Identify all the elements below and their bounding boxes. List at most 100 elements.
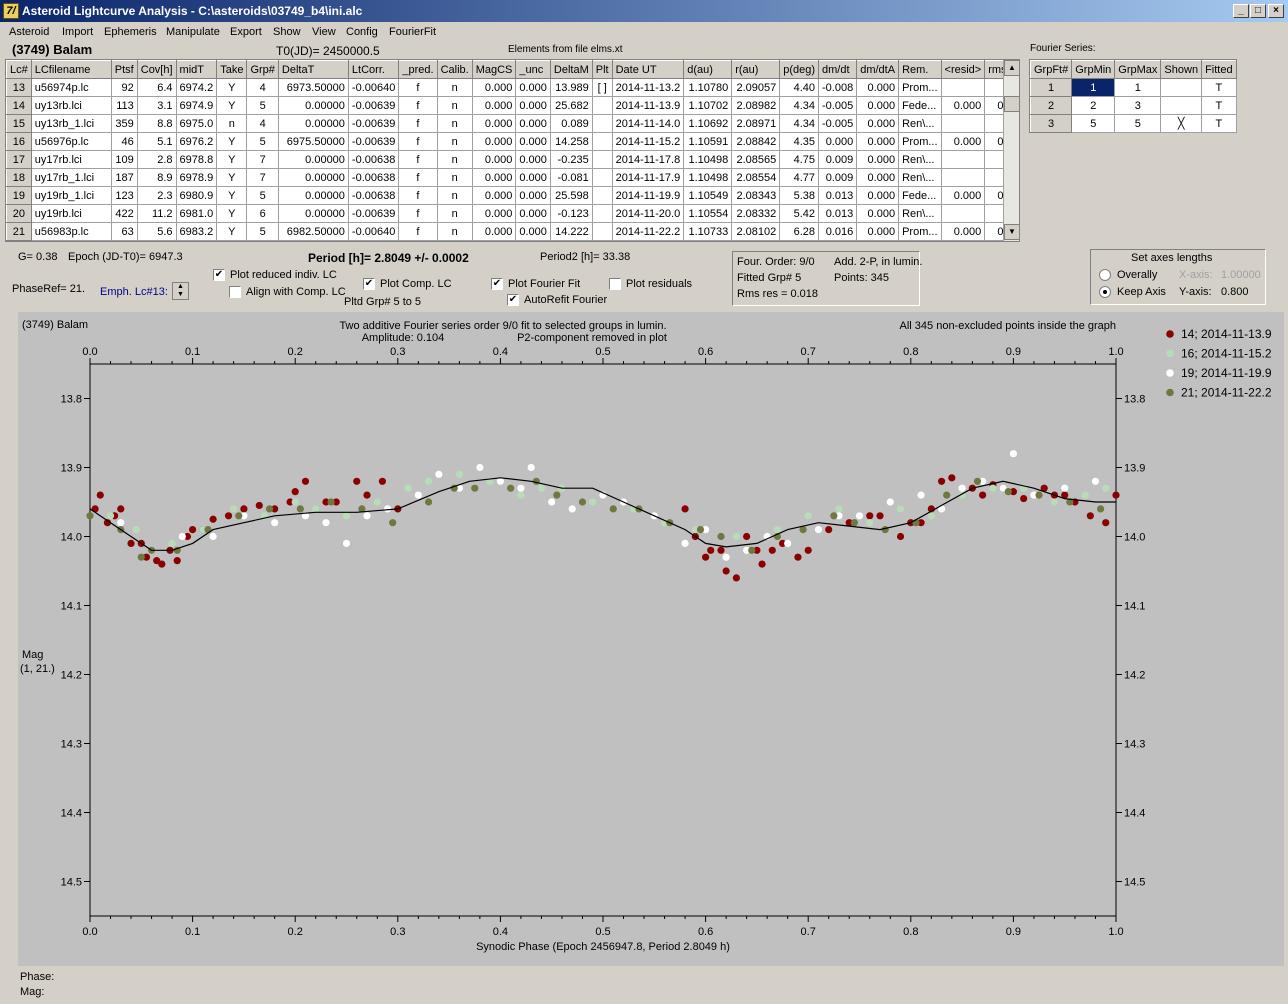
lc-col-header[interactable]: Rem.	[898, 60, 942, 79]
table-cell[interactable]: Y	[216, 96, 248, 115]
table-cell[interactable]: n	[436, 132, 473, 151]
table-cell[interactable]: Fede...	[898, 96, 942, 115]
close-button[interactable]: ×	[1268, 4, 1284, 18]
menu-show[interactable]: Show	[273, 26, 301, 38]
table-cell[interactable]: -0.00639	[347, 204, 400, 223]
plot-reduced-checkbox[interactable]: ✔	[213, 269, 225, 281]
table-cell[interactable]: 6974.9	[175, 96, 218, 115]
table-cell[interactable]: f	[398, 150, 438, 169]
fourier-cell[interactable]: T	[1201, 78, 1237, 97]
table-cell[interactable]: 2.08554	[731, 168, 781, 187]
menu-manipulate[interactable]: Manipulate	[166, 26, 220, 38]
lc-col-header[interactable]: p(deg)	[779, 60, 820, 79]
fourier-col-header[interactable]: Shown	[1160, 60, 1203, 79]
table-cell[interactable]: 4.34	[779, 114, 820, 133]
lc-col-header[interactable]: LCfilename	[30, 60, 112, 79]
scroll-thumb[interactable]	[1004, 96, 1019, 112]
table-cell[interactable]: 0.000	[818, 132, 858, 151]
table-cell[interactable]: 4.77	[779, 168, 820, 187]
table-cell[interactable]: 0.000	[856, 168, 900, 187]
table-cell[interactable]: 0.000	[515, 114, 551, 133]
row-header[interactable]: 21	[6, 222, 32, 241]
maximize-button[interactable]: □	[1250, 4, 1266, 18]
table-cell[interactable]: 0.000	[856, 150, 900, 169]
table-cell[interactable]: 0.00000	[277, 168, 349, 187]
table-cell[interactable]: 2014-11-20.0	[611, 204, 685, 223]
lc-col-header[interactable]: Calib.	[436, 60, 473, 79]
table-cell[interactable]	[591, 96, 613, 115]
table-cell[interactable]	[591, 222, 613, 241]
table-cell[interactable]: 0.000	[471, 132, 517, 151]
fourier-row[interactable]: 3 5 5 ╳ T	[1029, 114, 1237, 133]
table-cell[interactable]: -0.235	[549, 150, 593, 169]
table-cell[interactable]: 2.08102	[731, 222, 781, 241]
table-cell[interactable]: 0.000	[471, 78, 517, 97]
table-cell[interactable]: 0.016	[818, 222, 858, 241]
table-cell[interactable]: 4	[246, 114, 279, 133]
table-cell[interactable]: f	[398, 186, 438, 205]
table-cell[interactable]: 6981.0	[175, 204, 218, 223]
table-cell[interactable]: 1.10549	[683, 186, 733, 205]
table-cell[interactable]	[940, 204, 986, 223]
table-cell[interactable]: 0.000	[856, 114, 900, 133]
table-cell[interactable]: n	[436, 78, 473, 97]
lc-col-header[interactable]: DeltaM	[549, 60, 593, 79]
table-cell[interactable]: 0.000	[515, 96, 551, 115]
table-cell[interactable]: 1.10702	[683, 96, 733, 115]
table-cell[interactable]: 1.10692	[683, 114, 733, 133]
table-cell[interactable]: -0.00639	[347, 132, 400, 151]
table-cell[interactable]: Ren\...	[898, 150, 942, 169]
fourier-col-header[interactable]: Fitted	[1201, 60, 1237, 79]
row-header[interactable]: 13	[6, 78, 32, 97]
spin-up-icon[interactable]: ▲	[173, 283, 188, 291]
table-cell[interactable]: 2014-11-14.0	[611, 114, 685, 133]
table-cell[interactable]: Prom...	[898, 78, 942, 97]
table-cell[interactable]: Y	[216, 222, 248, 241]
minimize-button[interactable]: _	[1233, 4, 1249, 18]
lc-col-header[interactable]: dm/dt	[818, 60, 858, 79]
table-cell[interactable]: 4.34	[779, 96, 820, 115]
table-cell[interactable]: uy13rb_1.lci	[30, 114, 112, 133]
table-cell[interactable]: 14.222	[549, 222, 593, 241]
row-header[interactable]: 19	[6, 186, 32, 205]
table-cell[interactable]: 0.000	[515, 168, 551, 187]
table-cell[interactable]: n	[436, 168, 473, 187]
table-cell[interactable]: 0.000	[471, 114, 517, 133]
table-cell[interactable]: 5.42	[779, 204, 820, 223]
table-cell[interactable]: 0.000	[856, 78, 900, 97]
table-cell[interactable]: 5.6	[136, 222, 177, 241]
table-cell[interactable]	[591, 168, 613, 187]
table-cell[interactable]: 0.000	[856, 96, 900, 115]
table-cell[interactable]: 0.009	[818, 150, 858, 169]
table-cell[interactable]: 6.28	[779, 222, 820, 241]
table-cell[interactable]: 2014-11-17.8	[611, 150, 685, 169]
table-cell[interactable]: 0.000	[856, 222, 900, 241]
table-cell[interactable]: 0.00000	[277, 150, 349, 169]
row-header[interactable]: 20	[6, 204, 32, 223]
table-cell[interactable]: Prom...	[898, 222, 942, 241]
table-cell[interactable]: Y	[216, 186, 248, 205]
scroll-up-arrow-icon[interactable]: ▲	[1004, 60, 1019, 76]
menu-import[interactable]: Import	[62, 26, 93, 38]
table-cell[interactable]: 2.08971	[731, 114, 781, 133]
table-cell[interactable]: 7	[246, 150, 279, 169]
table-cell[interactable]: Y	[216, 132, 248, 151]
menu-view[interactable]: View	[312, 26, 336, 38]
lc-col-header[interactable]: LtCorr.	[347, 60, 400, 79]
menu-asteroid[interactable]: Asteroid	[9, 26, 49, 38]
table-cell[interactable]: 5	[246, 186, 279, 205]
table-cell[interactable]: n	[436, 186, 473, 205]
table-cell[interactable]: 1.10780	[683, 78, 733, 97]
table-cell[interactable]: Fede...	[898, 186, 942, 205]
menu-config[interactable]: Config	[346, 26, 378, 38]
table-cell[interactable]	[591, 186, 613, 205]
lc-col-header[interactable]: dm/dtA	[856, 60, 900, 79]
emph-spinner[interactable]: ▲ ▼	[172, 282, 189, 300]
table-cell[interactable]: 359	[110, 114, 138, 133]
row-header[interactable]: 14	[6, 96, 32, 115]
table-cell[interactable]: [ ]	[591, 78, 613, 97]
table-cell[interactable]: 0.00000	[277, 96, 349, 115]
table-cell[interactable]: uy19rb.lci	[30, 204, 112, 223]
table-cell[interactable]: 2014-11-19.9	[611, 186, 685, 205]
table-cell[interactable]: 3.1	[136, 96, 177, 115]
